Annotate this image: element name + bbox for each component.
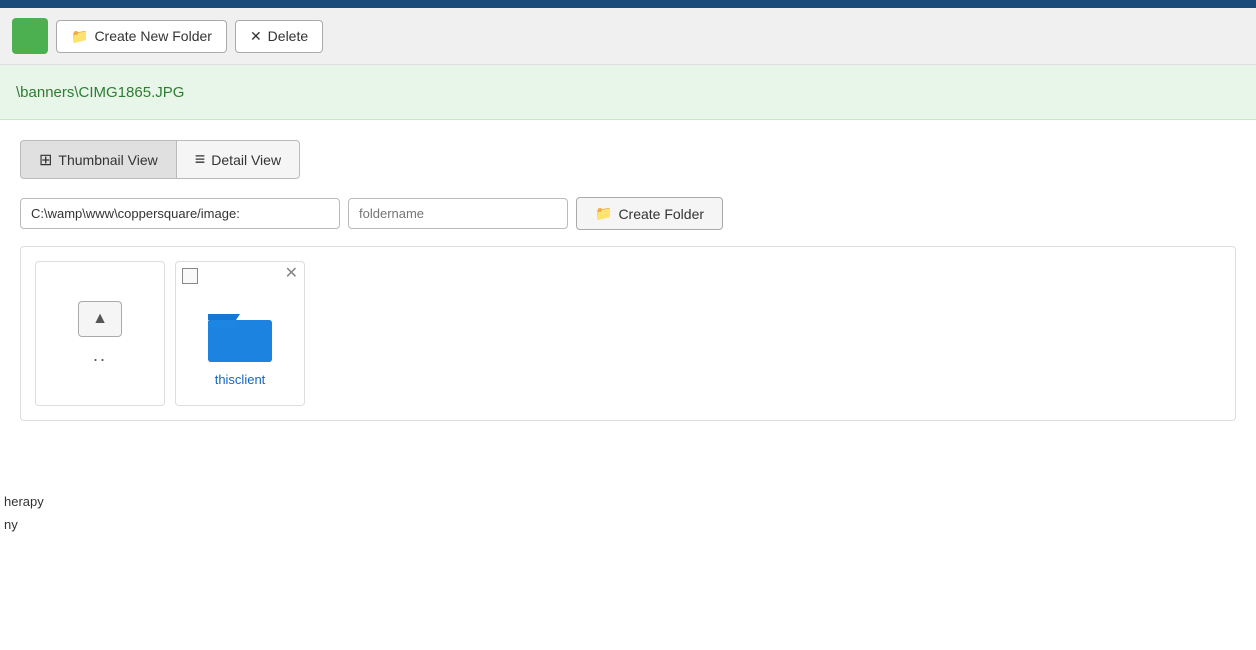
- delete-label: Delete: [268, 28, 308, 44]
- detail-view-button[interactable]: Detail View: [176, 140, 300, 179]
- folder-icon-small: 📁: [595, 205, 612, 222]
- folder-close-icon[interactable]: ✕: [285, 266, 298, 282]
- thumbnail-view-button[interactable]: Thumbnail View: [20, 140, 176, 179]
- create-folder-button[interactable]: 📁 Create Folder: [576, 197, 723, 230]
- folder-name-input[interactable]: [348, 198, 568, 229]
- view-toggle: Thumbnail View Detail View: [20, 140, 1236, 179]
- main-content: Thumbnail View Detail View 📁 Create Fold…: [0, 120, 1256, 421]
- folder-name-thisclient: thisclient: [215, 372, 266, 387]
- create-folder-label: Create Folder: [618, 206, 704, 222]
- folder-icon-svg: [208, 310, 272, 362]
- list-icon: [195, 149, 206, 170]
- create-new-folder-button[interactable]: 📁 Create New Folder: [56, 20, 227, 53]
- create-folder-row: 📁 Create Folder: [20, 197, 1236, 230]
- folder-icon: 📁: [71, 28, 88, 45]
- folder-checkbox[interactable]: [182, 268, 198, 284]
- path-input[interactable]: [20, 198, 340, 229]
- current-path: \banners\CIMG1865.JPG: [16, 84, 184, 101]
- folder-parent-item[interactable]: ▲ ..: [35, 261, 165, 406]
- folder-parent-label: ..: [93, 345, 107, 366]
- file-browser: ▲ .. ✕ thisclient: [20, 246, 1236, 421]
- top-bar: [0, 0, 1256, 8]
- delete-button[interactable]: ✕ Delete: [235, 20, 323, 53]
- sidebar-text: herapy ny: [0, 490, 44, 537]
- grid-icon: [39, 150, 52, 170]
- green-button[interactable]: [12, 18, 48, 54]
- folder-up-button[interactable]: ▲: [78, 301, 122, 337]
- path-bar: \banners\CIMG1865.JPG: [0, 65, 1256, 120]
- x-icon: ✕: [250, 28, 262, 45]
- up-arrow-icon: ▲: [92, 310, 108, 328]
- toolbar: 📁 Create New Folder ✕ Delete: [0, 8, 1256, 65]
- folder-item-thisclient[interactable]: ✕ thisclient: [175, 261, 305, 406]
- detail-view-label: Detail View: [211, 152, 281, 168]
- thumbnail-view-label: Thumbnail View: [58, 152, 157, 168]
- create-new-folder-label: Create New Folder: [94, 28, 212, 44]
